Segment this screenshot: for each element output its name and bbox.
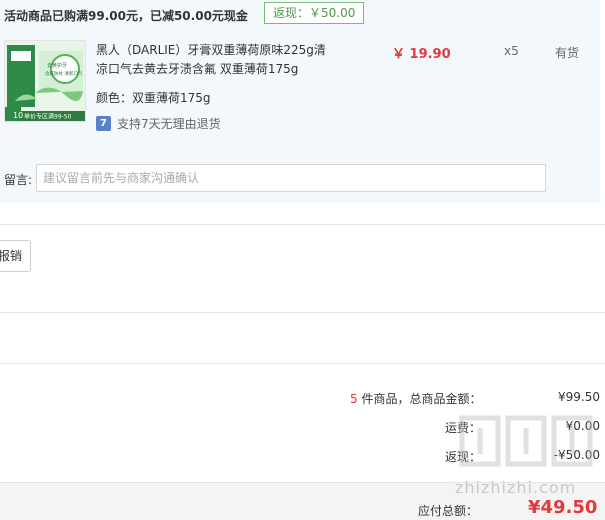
thumb-text-top: 去黄护牙 <box>47 62 67 69</box>
watermark-text: zhizhizhi.com <box>455 478 577 497</box>
item-count: 5 <box>350 392 358 406</box>
item-count-suffix: 件商品，总商品金额： <box>357 392 482 406</box>
thumb-price-badge: 10 <box>13 111 23 120</box>
rebate-label: 返现： <box>445 450 482 464</box>
remark-input[interactable] <box>36 164 546 192</box>
summary-total: ¥99.50 <box>558 390 600 404</box>
promo-title: 活动商品已购满99.00元，已减50.00元现金 <box>4 9 248 23</box>
unit-price: ￥ 19.90 <box>392 47 451 62</box>
stock-status: 有货 <box>555 46 580 60</box>
summary-count-row: 5 件商品，总商品金额： <box>350 390 481 407</box>
amount-due-value: ¥49.50 <box>528 497 598 518</box>
seven-day-return-icon: 7 <box>96 116 111 131</box>
shipping-label: 运费： <box>445 421 482 435</box>
product-thumbnail[interactable]: 10 单价专区满99-50 去黄护牙 含氟防蛀 清新口气 <box>4 40 86 122</box>
return-policy: 7 支持7天无理由退货 <box>96 115 221 132</box>
rebate-value: -¥50.00 <box>553 448 600 462</box>
divider <box>0 224 605 225</box>
thumb-text-mid: 含氟防蛀 清新口气 <box>45 70 83 77</box>
rebate-tag: 返现：￥50.00 <box>264 2 365 24</box>
invoice-reimburse-button[interactable]: 报销 <box>0 240 32 272</box>
product-name-link[interactable]: 黑人（DARLIE）牙膏双重薄荷原味225g清凉口气去黄去牙渍含氟 双重薄荷17… <box>96 41 336 79</box>
thumb-banner: 单价专区满99-50 <box>24 113 72 121</box>
divider <box>0 363 605 364</box>
divider <box>0 312 605 313</box>
quantity: x5 <box>504 44 519 58</box>
toothpaste-image: 10 单价专区满99-50 去黄护牙 含氟防蛀 清新口气 <box>5 41 85 121</box>
amount-due-label: 应付总额： <box>418 504 479 518</box>
remark-label: 留言: <box>4 173 33 187</box>
shipping-value: ¥0.00 <box>565 419 600 433</box>
return-policy-text: 支持7天无理由退货 <box>117 117 221 131</box>
product-color: 颜色：双重薄荷175g <box>96 91 211 105</box>
